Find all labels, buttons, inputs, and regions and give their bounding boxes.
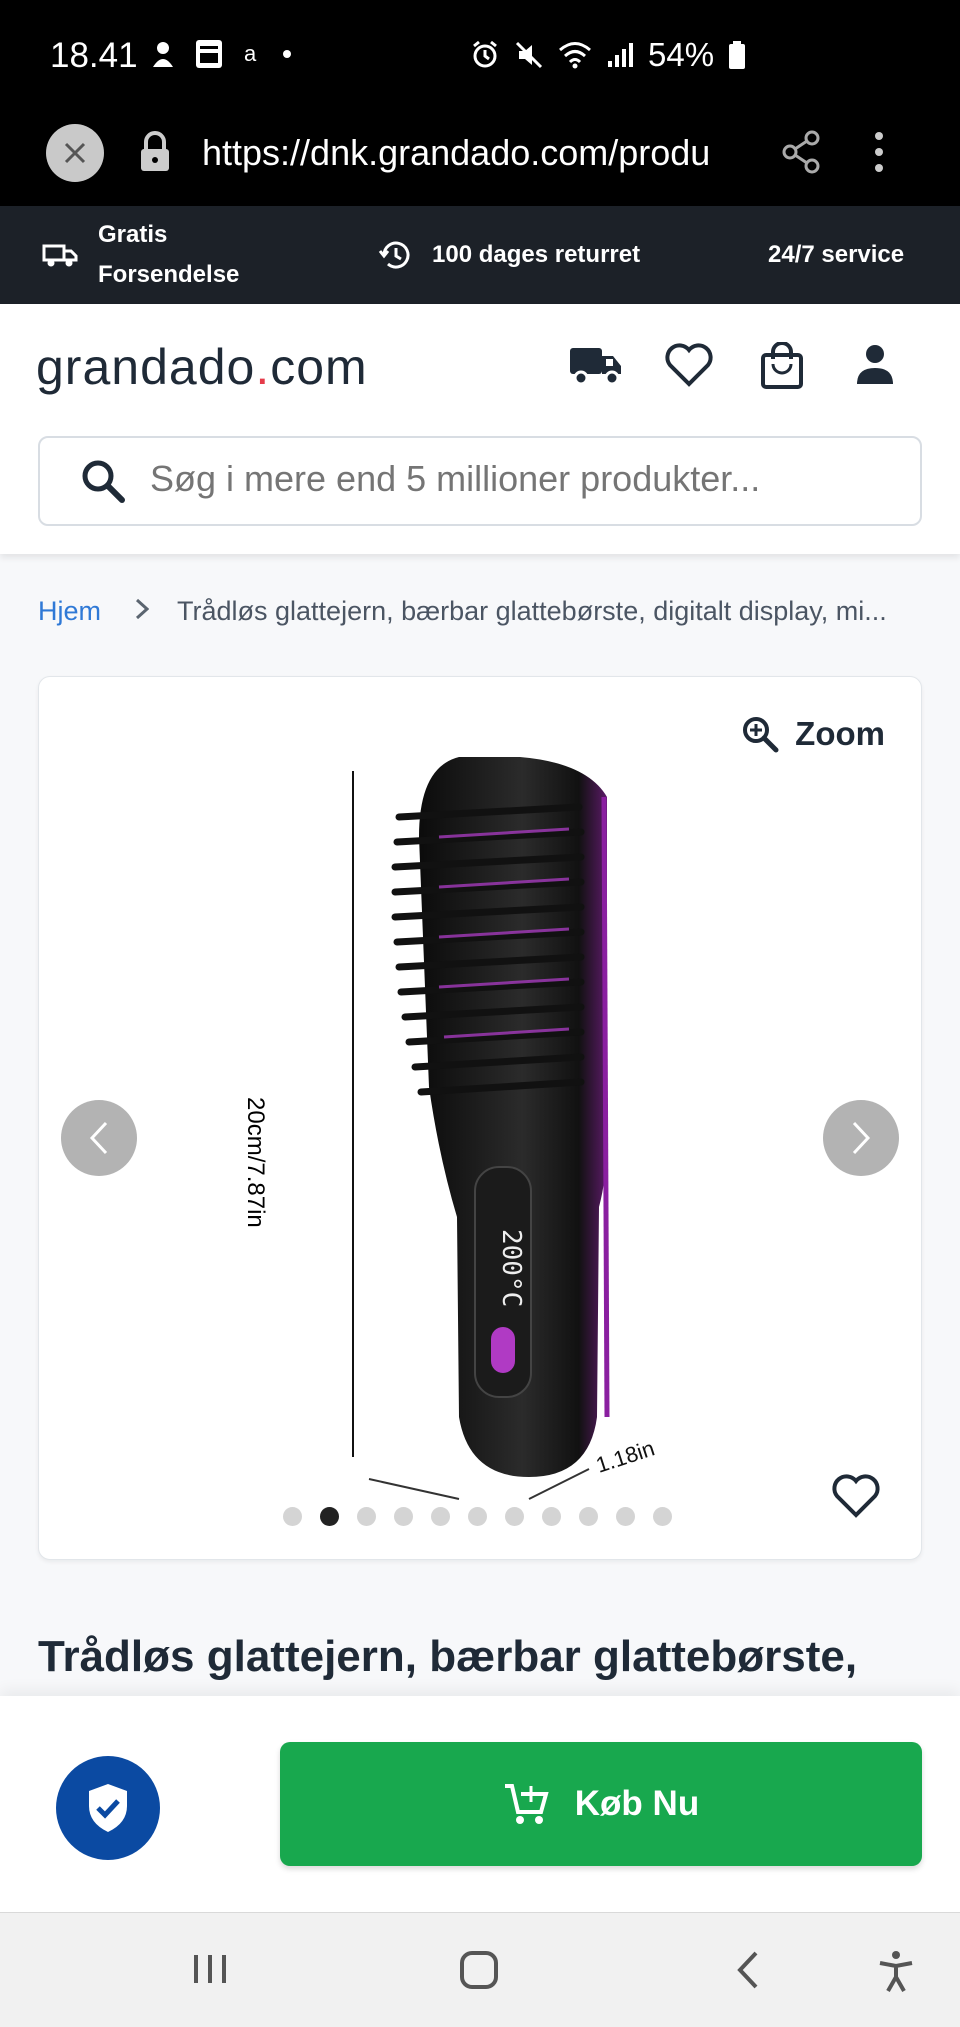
search-input[interactable] bbox=[150, 458, 890, 500]
heart-icon[interactable] bbox=[664, 342, 714, 393]
zoom-button[interactable]: Zoom bbox=[741, 715, 885, 753]
product-image[interactable]: 200°C 1.18in bbox=[289, 757, 709, 1537]
status-time: 18.41 bbox=[50, 36, 138, 75]
promo-service: 24/7 service bbox=[768, 206, 904, 304]
alarm-icon bbox=[470, 40, 500, 70]
display-temperature: 200°C bbox=[496, 1229, 526, 1307]
product-title: Trådløs glattejern, bærbar glattebørste, bbox=[38, 1632, 858, 1681]
breadcrumb-home-link[interactable]: Hjem bbox=[38, 596, 101, 627]
svg-text:a: a bbox=[244, 43, 257, 65]
promo-returns-label: 100 dages returret bbox=[432, 241, 641, 268]
pagination-dot[interactable] bbox=[542, 1507, 561, 1526]
pagination-dot[interactable] bbox=[357, 1507, 376, 1526]
signal-icon bbox=[606, 41, 634, 69]
site-logo[interactable]: grandado.com bbox=[36, 338, 368, 396]
battery-icon bbox=[728, 40, 746, 70]
status-right: 54% bbox=[470, 36, 746, 74]
buy-now-button[interactable]: Køb Nu bbox=[280, 1742, 922, 1866]
browser-url-bar: https://dnk.grandado.com/produ bbox=[0, 110, 960, 206]
width-label: 1.18in bbox=[593, 1435, 658, 1477]
zoom-in-icon bbox=[743, 717, 779, 753]
next-image-button[interactable] bbox=[823, 1100, 899, 1176]
pagination-dot[interactable] bbox=[579, 1507, 598, 1526]
battery-percent: 54% bbox=[648, 36, 715, 73]
pagination-dot[interactable] bbox=[394, 1507, 413, 1526]
add-to-cart-icon bbox=[504, 1784, 549, 1824]
site-header: grandado.com bbox=[0, 304, 960, 554]
status-bar: 18.41 a 54% bbox=[0, 0, 960, 110]
breadcrumb-current: Trådløs glattejern, bærbar glattebørste,… bbox=[177, 596, 887, 626]
app-icon: a bbox=[242, 43, 264, 65]
close-tab-button[interactable] bbox=[46, 124, 104, 182]
promo-shipping-label: Gratis Forsendelse bbox=[98, 221, 240, 288]
pagination-dot[interactable] bbox=[616, 1507, 635, 1526]
prev-image-button[interactable] bbox=[61, 1100, 137, 1176]
chevron-left-icon bbox=[89, 1121, 108, 1155]
recent-apps-icon[interactable] bbox=[190, 1949, 230, 1994]
promo-returns: 100 dages returret bbox=[378, 206, 640, 304]
lock-icon[interactable] bbox=[138, 130, 172, 179]
van-icon bbox=[42, 244, 78, 267]
pagination-dot[interactable] bbox=[320, 1507, 339, 1526]
status-left-icons: a bbox=[150, 38, 292, 70]
zoom-label: Zoom bbox=[795, 715, 885, 752]
truck-icon[interactable] bbox=[568, 342, 624, 391]
user-icon[interactable] bbox=[854, 342, 896, 393]
buy-now-label: Køb Nu bbox=[574, 1784, 700, 1823]
shield-check-icon bbox=[89, 1784, 127, 1832]
sim-icon bbox=[194, 38, 224, 70]
share-icon[interactable] bbox=[780, 130, 822, 179]
height-label: 20cm/7.87in bbox=[242, 1097, 269, 1228]
chevron-right-icon bbox=[135, 596, 150, 627]
chevron-right-icon bbox=[852, 1121, 871, 1155]
breadcrumb: Hjem Trådløs glattejern, bærbar glattebø… bbox=[38, 596, 928, 627]
promo-service-label: 24/7 service bbox=[768, 241, 905, 268]
buy-bar: Køb Nu bbox=[0, 1696, 960, 1912]
pagination-dot[interactable] bbox=[505, 1507, 524, 1526]
back-icon[interactable] bbox=[732, 1949, 762, 1996]
more-options-icon[interactable] bbox=[872, 130, 886, 179]
promo-strip: Gratis Forsendelse 100 dages returret 24… bbox=[0, 206, 960, 304]
pagination-dot[interactable] bbox=[431, 1507, 450, 1526]
close-icon bbox=[64, 142, 86, 164]
screen: 18.41 a 54% https://dnk.grandado.com/pro… bbox=[0, 0, 960, 2027]
promo-shipping: Gratis Forsendelse bbox=[42, 206, 268, 304]
dot-icon bbox=[282, 49, 292, 59]
url-text[interactable]: https://dnk.grandado.com/produ bbox=[202, 132, 747, 174]
search-box[interactable] bbox=[38, 436, 922, 526]
history-icon bbox=[378, 241, 410, 269]
wifi-icon bbox=[558, 41, 592, 69]
trust-badge[interactable] bbox=[56, 1756, 160, 1860]
accessibility-icon[interactable] bbox=[876, 1949, 916, 1998]
wishlist-heart-icon[interactable] bbox=[831, 1473, 881, 1524]
product-gallery: Zoom 200°C 1.18in 20cm/7.87in bbox=[38, 676, 922, 1560]
pagination-dot[interactable] bbox=[468, 1507, 487, 1526]
system-nav-bar bbox=[0, 1912, 960, 2027]
pagination-dot[interactable] bbox=[653, 1507, 672, 1526]
bag-icon[interactable] bbox=[760, 341, 804, 395]
pagination-dot[interactable] bbox=[283, 1507, 302, 1526]
notification-icon bbox=[150, 39, 176, 69]
home-icon[interactable] bbox=[458, 1949, 500, 1996]
image-pagination bbox=[283, 1507, 672, 1526]
search-icon[interactable] bbox=[80, 458, 126, 509]
mute-icon bbox=[514, 40, 544, 70]
